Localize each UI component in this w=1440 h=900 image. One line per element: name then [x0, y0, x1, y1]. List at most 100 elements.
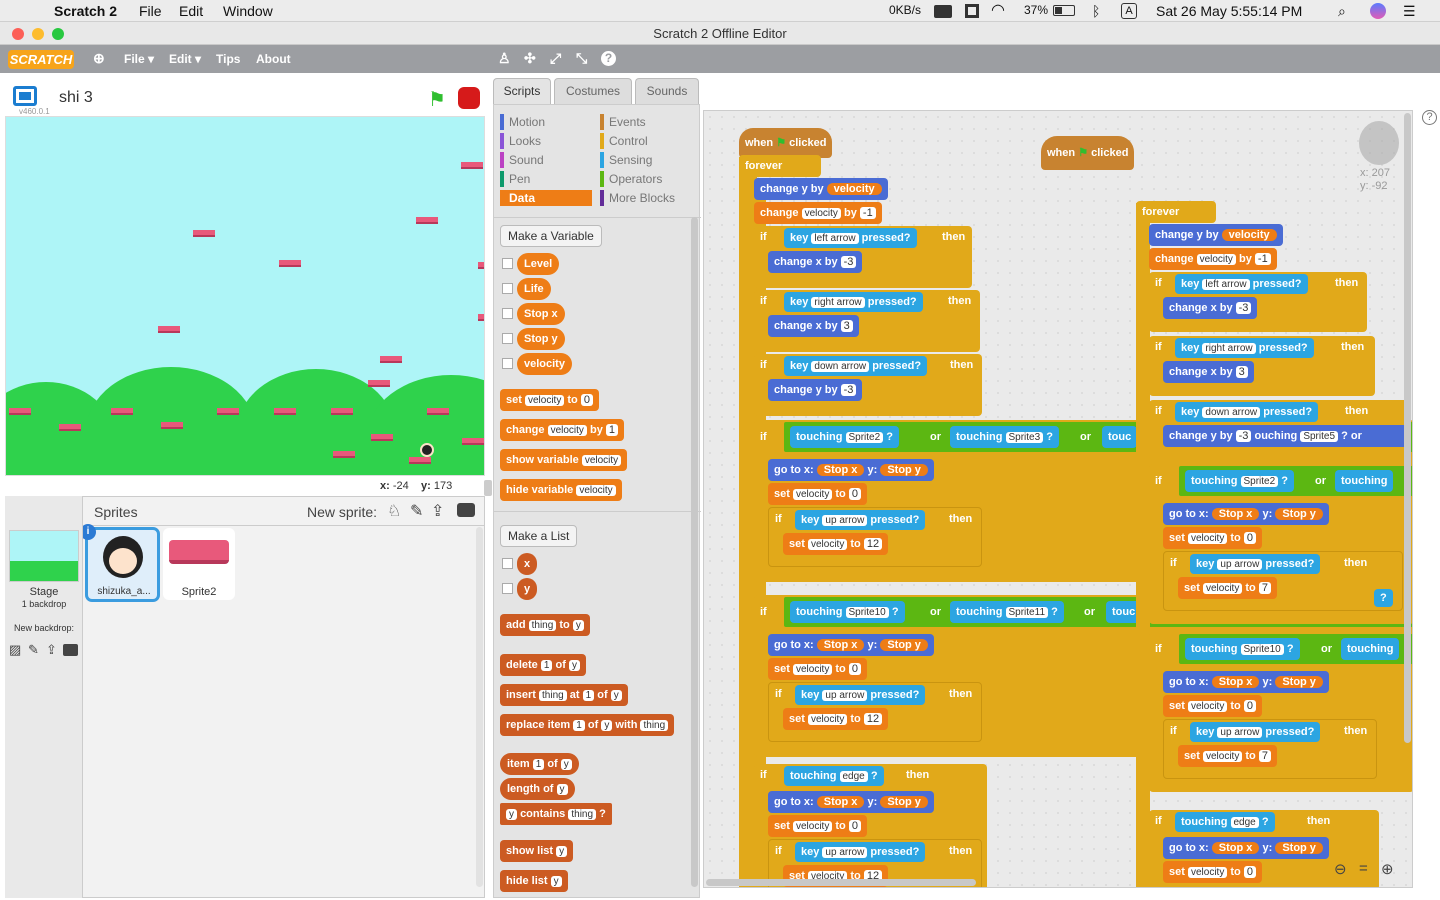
hide-variable-block[interactable]: hide variable velocity	[500, 479, 622, 501]
platform[interactable]	[478, 262, 484, 269]
platform[interactable]	[193, 230, 215, 237]
forever-block-2[interactable]: forever	[1136, 201, 1216, 223]
zoom-out-icon[interactable]: ⊖	[1334, 860, 1347, 878]
category-looks[interactable]: Looks	[500, 133, 541, 149]
app-menu[interactable]: Scratch 2	[54, 3, 117, 19]
shizuka-sprite-on-stage[interactable]	[420, 443, 434, 457]
platform[interactable]	[111, 408, 133, 415]
insert-at-list-block[interactable]: insert thing at 1 of y	[500, 684, 628, 706]
variable-checkbox[interactable]	[502, 358, 513, 369]
os-menu-edit[interactable]: Edit	[179, 3, 203, 19]
set-variable-block[interactable]: set velocity to 0	[500, 389, 599, 411]
project-title[interactable]: shi 3	[59, 89, 93, 107]
variable-checkbox[interactable]	[502, 258, 513, 269]
if-left-arrow-block[interactable]: if key left arrow pressed? then change x…	[754, 226, 972, 288]
platform[interactable]	[380, 356, 402, 363]
when-flag-clicked-hat-2[interactable]: when ⚑ clicked	[1041, 136, 1135, 170]
forever-block[interactable]: forever	[739, 155, 821, 177]
backdrop-library-icon[interactable]: ▨	[9, 642, 21, 658]
if-right-arrow-block[interactable]: if key right arrow pressed? then change …	[754, 290, 980, 352]
paint-backdrop-icon[interactable]: ✎	[28, 642, 39, 658]
change-y-block[interactable]: change y by velocity	[754, 178, 888, 200]
duplicate-tool-icon[interactable]: ♙	[498, 50, 511, 67]
show-variable-block[interactable]: show variable velocity	[500, 449, 628, 471]
variable-checkbox[interactable]	[502, 333, 513, 344]
platform[interactable]	[59, 424, 81, 431]
delete-tool-icon[interactable]: ✣	[524, 50, 536, 67]
menu-about[interactable]: About	[256, 52, 291, 66]
camera-backdrop-icon[interactable]	[63, 644, 78, 656]
list-checkbox[interactable]	[502, 558, 513, 569]
if-down-arrow-block[interactable]: if key down arrow pressed? then change y…	[754, 354, 982, 416]
sprite-thumb-sprite2[interactable]: Sprite2	[163, 528, 235, 600]
make-list-button[interactable]: Make a List	[500, 525, 578, 547]
stage-thumbnail[interactable]	[9, 530, 79, 582]
platform[interactable]	[416, 217, 438, 224]
variable-checkbox[interactable]	[502, 308, 513, 319]
sprites-scrollbar[interactable]	[476, 527, 483, 887]
green-flag-icon[interactable]: ⚑	[428, 87, 446, 112]
zoom-reset-icon[interactable]: =	[1359, 860, 1368, 877]
variable-reporter[interactable]: Life	[517, 278, 551, 300]
airplay-icon[interactable]	[934, 5, 952, 18]
shrink-tool-icon[interactable]: ⤡	[576, 50, 587, 67]
variable-reporter[interactable]: Level	[517, 253, 560, 275]
upload-backdrop-icon[interactable]: ⇪	[46, 642, 57, 658]
category-pen[interactable]: Pen	[500, 171, 530, 187]
tab-costumes[interactable]: Costumes	[554, 78, 632, 105]
siri-icon[interactable]	[1370, 3, 1386, 19]
list-reporter[interactable]: y	[517, 578, 538, 600]
menu-tips[interactable]: Tips	[216, 52, 240, 66]
list-reporter[interactable]: x	[517, 553, 538, 575]
category-sound[interactable]: Sound	[500, 152, 544, 168]
category-sensing[interactable]: Sensing	[600, 152, 652, 168]
platform[interactable]	[371, 434, 393, 441]
if-touching-sprite2-block[interactable]: if touching Sprite2 ? or touching go to …	[1149, 464, 1412, 624]
stop-sign-icon[interactable]	[458, 87, 480, 109]
help-icon[interactable]: ?	[1422, 110, 1437, 125]
zoom-in-icon[interactable]: ⊕	[1381, 860, 1394, 878]
change-velocity-block[interactable]: change velocity by -1	[1149, 248, 1277, 270]
platform[interactable]	[279, 260, 301, 267]
platform[interactable]	[158, 326, 180, 333]
if-left-arrow-block[interactable]: if key left arrow pressed? then change x…	[1149, 272, 1367, 332]
menu-file[interactable]: File ▾	[124, 52, 154, 66]
grow-tool-icon[interactable]: ⤢	[550, 50, 561, 67]
when-flag-clicked-hat[interactable]: when ⚑ clicked	[739, 128, 833, 158]
change-velocity-block[interactable]: change velocity by -1	[754, 202, 882, 224]
script-horizontal-scrollbar[interactable]	[706, 879, 976, 886]
if-touching-sprite10-block[interactable]: if touching Sprite10 ? or touching go to…	[1149, 632, 1412, 792]
platform[interactable]	[333, 451, 355, 458]
if-down-arrow-block[interactable]: if key down arrow pressed? then change y…	[1149, 400, 1411, 460]
list-contains-boolean[interactable]: y contains thing ?	[500, 803, 612, 825]
script-vertical-scrollbar[interactable]	[1404, 113, 1411, 743]
category-control[interactable]: Control	[600, 133, 648, 149]
add-to-list-block[interactable]: add thing to y	[500, 614, 590, 636]
change-y-block[interactable]: change y by velocity	[1149, 224, 1283, 246]
category-events[interactable]: Events	[600, 114, 646, 130]
length-of-list-reporter[interactable]: length of y	[500, 778, 575, 800]
os-menu-window[interactable]: Window	[223, 3, 273, 19]
platform[interactable]	[427, 408, 449, 415]
collapse-stage-handle[interactable]	[484, 480, 492, 496]
platform[interactable]	[462, 438, 484, 445]
clock[interactable]: Sat 26 May 5:55:14 PM	[1156, 3, 1302, 19]
platform[interactable]	[161, 422, 183, 429]
paint-new-sprite-icon[interactable]: ✎	[410, 501, 423, 521]
choose-sprite-library-icon[interactable]: ♘	[387, 501, 401, 521]
stage-canvas[interactable]	[5, 116, 485, 476]
platform[interactable]	[368, 380, 390, 387]
delete-of-list-block[interactable]: delete 1 of y	[500, 654, 586, 676]
platform[interactable]	[274, 408, 296, 415]
category-data[interactable]: Data	[500, 190, 592, 206]
palette-scrollbar[interactable]	[691, 217, 698, 887]
make-variable-button[interactable]: Make a Variable	[500, 225, 602, 247]
variable-reporter[interactable]: velocity	[517, 353, 572, 375]
tab-scripts[interactable]: Scripts	[493, 78, 551, 105]
bluetooth-icon[interactable]: ᛒ	[1092, 3, 1100, 19]
if-right-arrow-block[interactable]: if key right arrow pressed? then change …	[1149, 336, 1375, 396]
sprite-thumb-shizuka[interactable]: i shizuka_a...	[80, 524, 160, 602]
menu-edit[interactable]: Edit ▾	[169, 52, 201, 66]
wifi-icon[interactable]: ◠	[991, 0, 1005, 20]
platform[interactable]	[217, 408, 239, 415]
